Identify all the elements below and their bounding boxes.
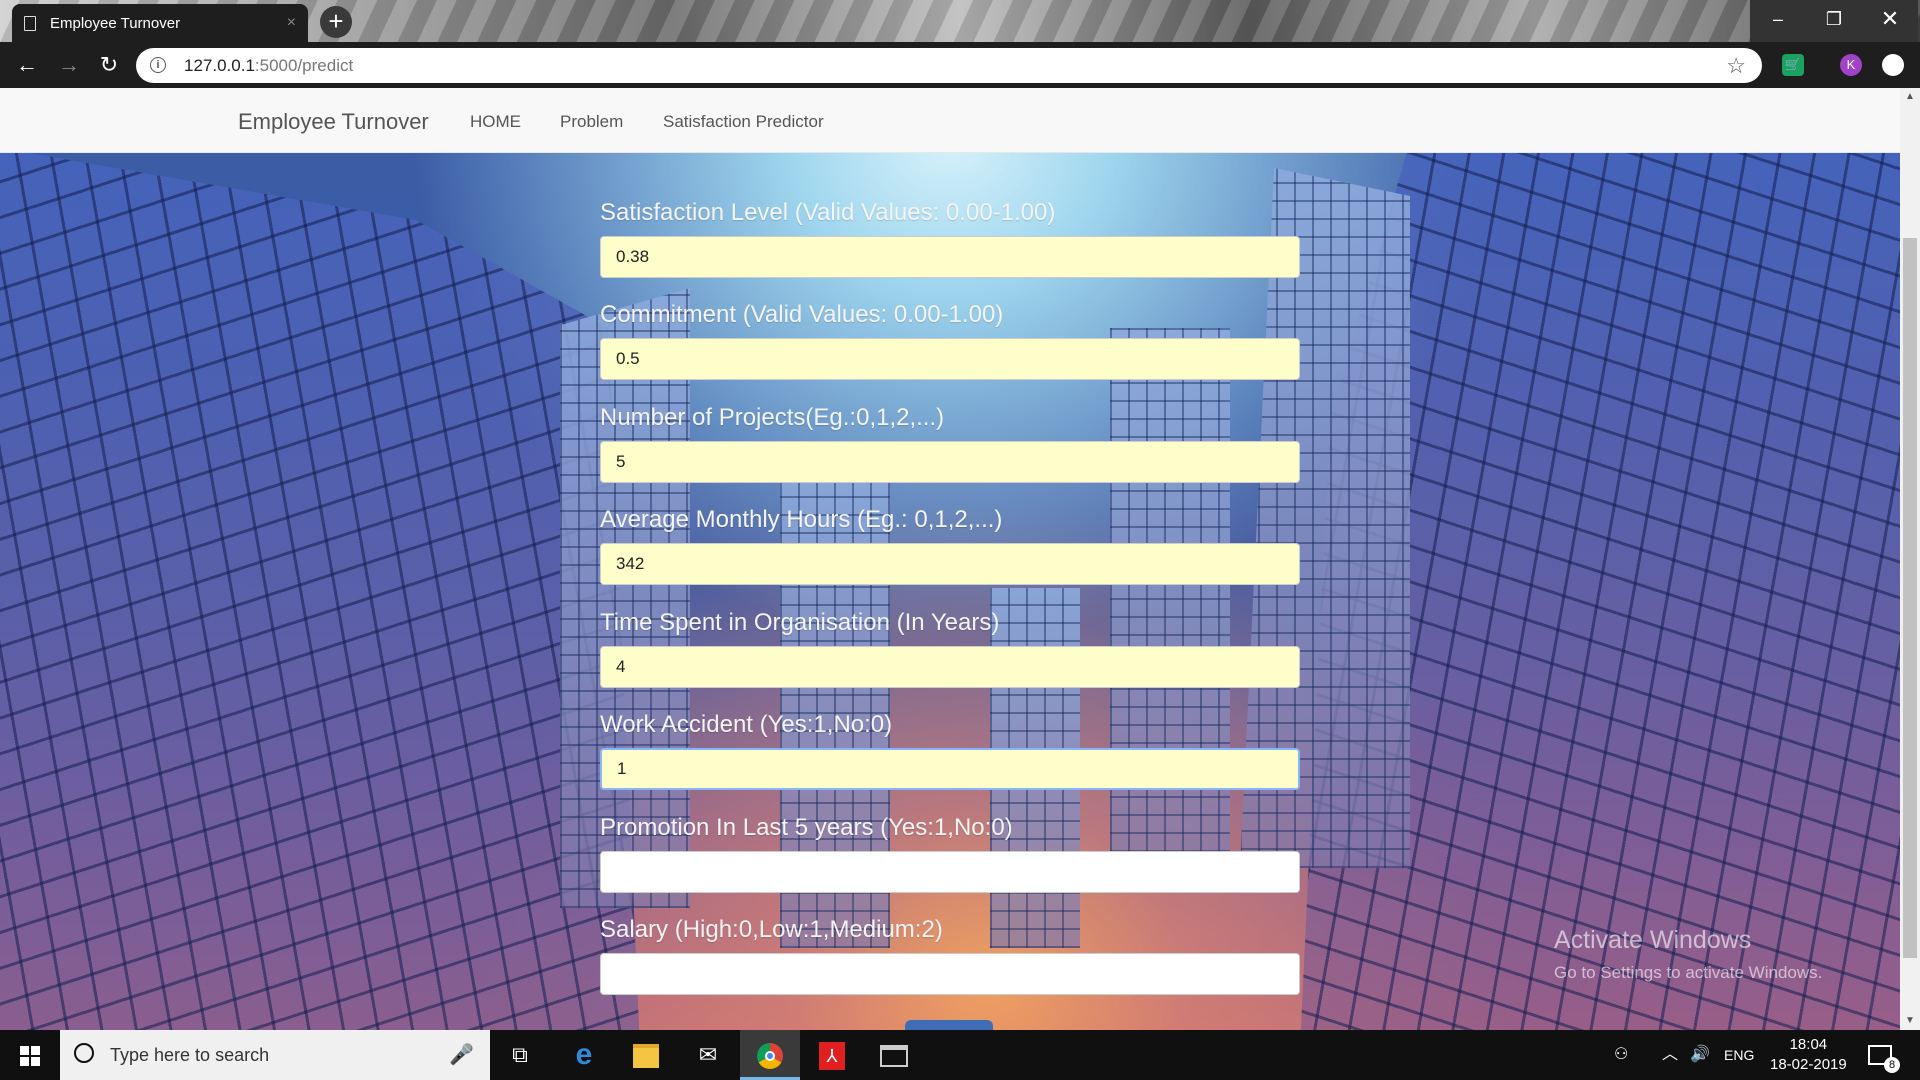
back-arrow-icon[interactable]: ← [10,48,44,82]
microphone-icon[interactable]: 🎤 [449,1042,474,1067]
browser-toolbar: ← → ↻ i 127.0.0.1:5000/predict ☆ 🛒 K [0,42,1920,88]
nav-home[interactable]: HOME [470,112,521,132]
background-building-left [0,148,640,1030]
terminal-icon[interactable] [864,1030,924,1080]
volume-icon[interactable]: 🔊 [1690,1030,1710,1080]
scrollbar-thumb[interactable] [1903,238,1917,958]
cortana-icon [74,1043,94,1063]
clock[interactable]: 18:04 18-02-2019 [1770,1035,1847,1075]
scroll-up-icon[interactable]: ▲ [1900,88,1920,106]
browser-tabstrip: Employee Turnover × + – ❐ ✕ [0,0,1920,42]
url-host: 127.0.0.1 [184,56,255,75]
field-time-spent: Time Spent in Organisation (In Years) [600,608,1300,688]
edge-browser-icon[interactable]: e [554,1030,614,1080]
scroll-down-icon[interactable]: ▼ [1900,1012,1920,1030]
work-accident-input[interactable] [600,748,1300,790]
restore-button[interactable]: ❐ [1806,0,1862,42]
site-brand[interactable]: Employee Turnover [238,109,429,135]
page-scrollbar[interactable]: ▲ ▼ [1900,88,1920,1030]
reload-icon[interactable]: ↻ [92,48,126,82]
field-promotion: Promotion In Last 5 years (Yes:1,No:0) [600,813,1300,893]
page-viewport: Employee Turnover HOME Problem Satisfact… [0,88,1900,1030]
clock-date: 18-02-2019 [1770,1056,1847,1073]
field-work-accident: Work Accident (Yes:1,No:0) [600,710,1300,790]
salary-input[interactable] [600,953,1300,995]
windows-taskbar: Type here to search 🎤 ⧉ e ✉ ⅄ ⚇ ︿ 🔊 ENG … [0,1030,1920,1080]
clock-time: 18:04 [1789,1036,1828,1053]
field-label: Commitment (Valid Values: 0.00-1.00) [600,301,1004,328]
people-icon[interactable]: ⚇ [1614,1030,1628,1080]
field-label: Promotion In Last 5 years (Yes:1,No:0) [600,814,1013,841]
site-navbar: Employee Turnover HOME Problem Satisfact… [0,88,1900,153]
close-window-button[interactable]: ✕ [1862,0,1918,42]
browser-tab-active[interactable]: Employee Turnover × [12,4,308,42]
field-number-of-projects: Number of Projects(Eg.:0,1,2,...) [600,403,1300,483]
nav-satisfaction-predictor[interactable]: Satisfaction Predictor [663,112,824,132]
minimize-button[interactable]: – [1750,0,1806,42]
task-view-icon[interactable]: ⧉ [490,1030,550,1080]
extension-cart-icon[interactable]: 🛒 [1782,54,1804,76]
language-indicator[interactable]: ENG [1724,1030,1754,1080]
field-label: Time Spent in Organisation (In Years) [600,609,1000,636]
submit-button-partial[interactable] [905,1020,993,1030]
tab-title: Employee Turnover [50,14,181,32]
search-placeholder: Type here to search [110,1045,270,1065]
taskbar-search[interactable]: Type here to search 🎤 [60,1030,490,1080]
watermark-title: Activate Windows [1554,926,1752,954]
windows-logo-icon [20,1046,40,1066]
tray-chevron-icon[interactable]: ︿ [1662,1030,1678,1080]
notification-icon[interactable]: 8 [1868,1030,1900,1080]
site-info-icon[interactable]: i [150,57,166,73]
average-monthly-hours-input[interactable] [600,543,1300,585]
nav-problem[interactable]: Problem [560,112,623,132]
new-tab-button[interactable]: + [320,6,352,38]
notification-count: 8 [1884,1056,1900,1073]
field-satisfaction-level: Satisfaction Level (Valid Values: 0.00-1… [600,198,1300,278]
field-average-monthly-hours: Average Monthly Hours (Eg.: 0,1,2,...) [600,505,1300,585]
forward-arrow-icon[interactable]: → [52,48,86,82]
time-spent-input[interactable] [600,646,1300,688]
start-button[interactable] [0,1030,60,1080]
activate-windows-watermark: Activate Windows Go to Settings to activ… [1554,926,1822,983]
field-label: Work Accident (Yes:1,No:0) [600,711,893,738]
file-explorer-icon[interactable] [616,1030,676,1080]
url-path: :5000/predict [254,56,354,75]
mail-icon[interactable]: ✉ [678,1030,738,1080]
profile-avatar[interactable]: K [1840,54,1862,76]
field-label: Satisfaction Level (Valid Values: 0.00-1… [600,199,1056,226]
acrobat-icon[interactable]: ⅄ [802,1030,862,1080]
watermark-subtitle: Go to Settings to activate Windows. [1554,963,1823,982]
tab-close-icon[interactable]: × [287,14,296,32]
field-label: Average Monthly Hours (Eg.: 0,1,2,...) [600,506,1003,533]
field-commitment: Commitment (Valid Values: 0.00-1.00) [600,300,1300,380]
promotion-input[interactable] [600,851,1300,893]
field-label: Number of Projects(Eg.:0,1,2,...) [600,404,945,431]
satisfaction-level-input[interactable] [600,236,1300,278]
field-label: Salary (High:0,Low:1,Medium:2) [600,916,943,943]
menu-circle-icon[interactable] [1882,54,1904,76]
commitment-input[interactable] [600,338,1300,380]
chrome-icon[interactable] [740,1030,800,1080]
page-icon [24,15,36,31]
address-bar[interactable]: i 127.0.0.1:5000/predict ☆ [136,48,1762,83]
number-of-projects-input[interactable] [600,441,1300,483]
bookmark-star-icon[interactable]: ☆ [1726,48,1746,83]
field-salary: Salary (High:0,Low:1,Medium:2) [600,915,1300,995]
